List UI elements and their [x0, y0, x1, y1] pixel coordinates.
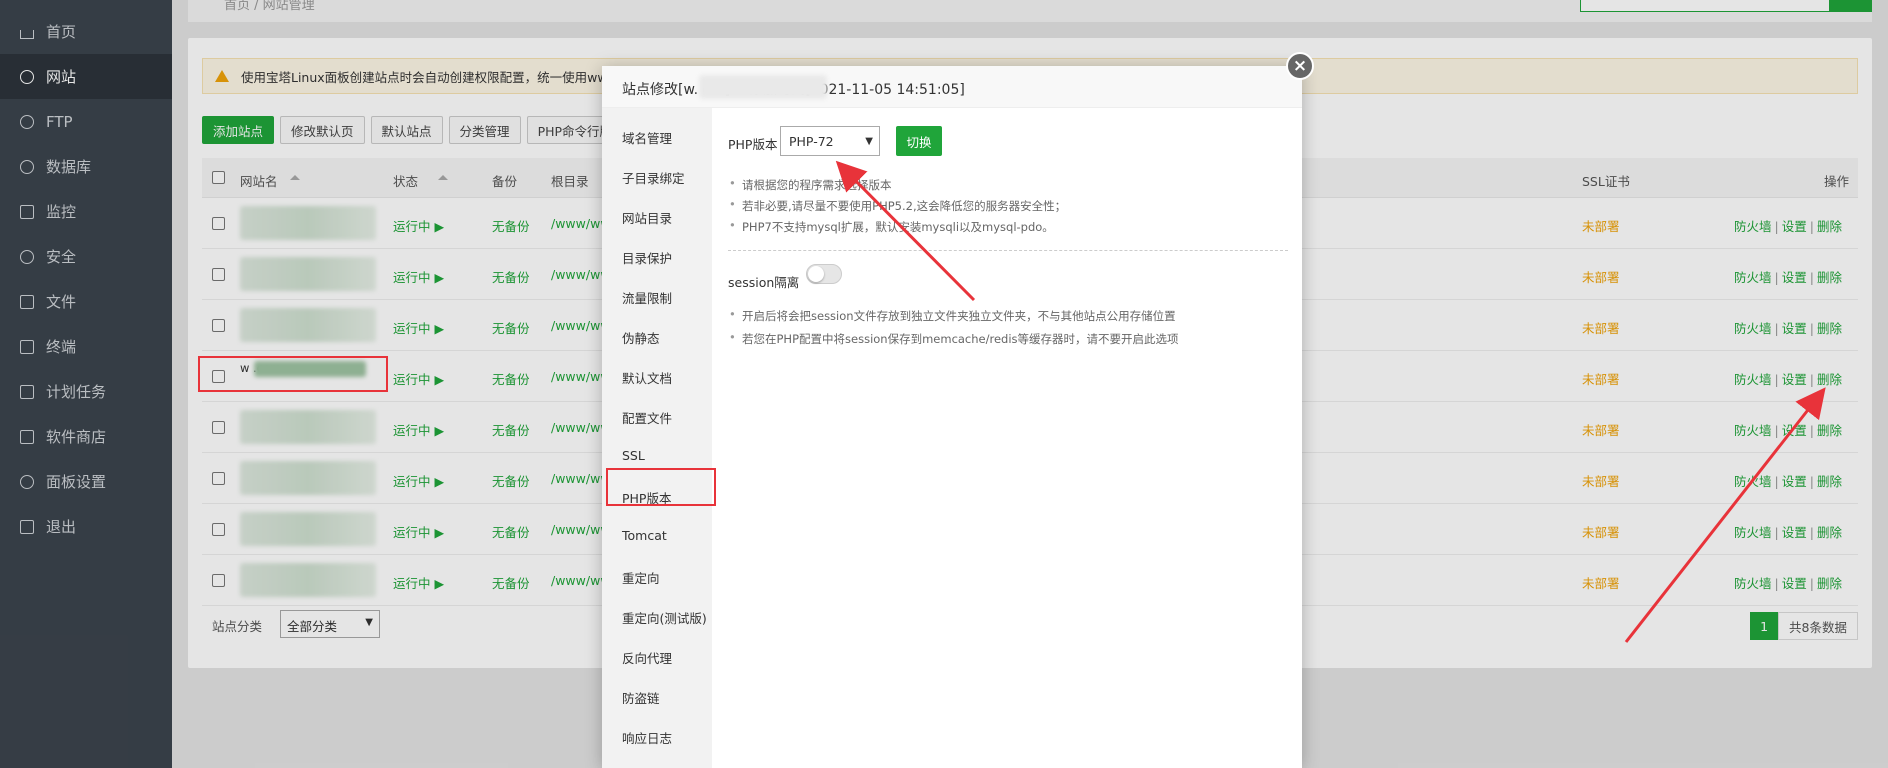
- toggle-knob: [808, 266, 824, 282]
- modal-tab[interactable]: 目录保护: [622, 248, 672, 267]
- modal-tab[interactable]: 伪静态: [622, 328, 660, 347]
- modal-tab[interactable]: 重定向: [622, 568, 660, 587]
- highlight-box-site: [198, 356, 388, 392]
- modal-header: 站点修改[w. om] -- 添加时间[2021-11-05 14:51:05]: [602, 66, 1302, 108]
- close-icon[interactable]: ×: [1286, 52, 1314, 80]
- modal-tab[interactable]: SSL: [622, 448, 645, 463]
- blurred-domain: [699, 75, 827, 99]
- modal-tab[interactable]: 默认文档: [622, 368, 672, 387]
- switch-button[interactable]: 切换: [896, 126, 942, 156]
- session-tip: 若您在PHP配置中将session保存到memcache/redis等缓存器时，…: [728, 330, 1179, 347]
- highlight-box-php-tab: [606, 468, 716, 506]
- modal-tab[interactable]: 网站目录: [622, 208, 672, 227]
- modal-tab[interactable]: 响应日志: [622, 728, 672, 747]
- modal-tab[interactable]: 反向代理: [622, 648, 672, 667]
- tip-item: PHP7不支持mysql扩展，默认安装mysqli以及mysql-pdo。: [728, 218, 1054, 235]
- session-isolation-toggle[interactable]: [806, 264, 842, 284]
- chevron-down-icon: ▼: [865, 136, 873, 147]
- modal-tab[interactable]: 域名管理: [622, 128, 672, 147]
- modal-tab[interactable]: 配置文件: [622, 408, 672, 427]
- modal-tab[interactable]: 子目录绑定: [622, 168, 685, 187]
- modal-tab[interactable]: 流量限制: [622, 288, 672, 307]
- tip-item: 若非必要,请尽量不要使用PHP5.2,这会降低您的服务器安全性；: [728, 197, 1066, 214]
- tip-item: 请根据您的程序需求选择版本: [728, 176, 892, 193]
- php-version-label: PHP版本: [728, 137, 778, 152]
- site-edit-modal: 站点修改[w. om] -- 添加时间[2021-11-05 14:51:05]…: [602, 66, 1302, 768]
- modal-tab[interactable]: 防盗链: [622, 688, 660, 707]
- php-version-value: PHP-72: [789, 134, 834, 149]
- modal-tab[interactable]: Tomcat: [622, 528, 667, 543]
- modal-tabs: 域名管理 子目录绑定 网站目录 目录保护 流量限制 伪静态 默认文档 配置文件 SSL PHP版本…: [602, 108, 712, 768]
- php-version-select[interactable]: PHP-72 ▼: [780, 126, 880, 156]
- php-version-panel: PHP版本 PHP-72 ▼ 切换 请根据您的程序需求选择版本 若非必要,请尽量不…: [712, 108, 1302, 768]
- session-isolation-label: session隔离: [728, 275, 800, 290]
- session-tip: 开启后将会把session文件存放到独立文件夹独立文件夹，不与其他站点公用存储位…: [728, 307, 1176, 324]
- modal-tab[interactable]: 重定向(测试版): [622, 608, 707, 627]
- divider: [728, 250, 1288, 251]
